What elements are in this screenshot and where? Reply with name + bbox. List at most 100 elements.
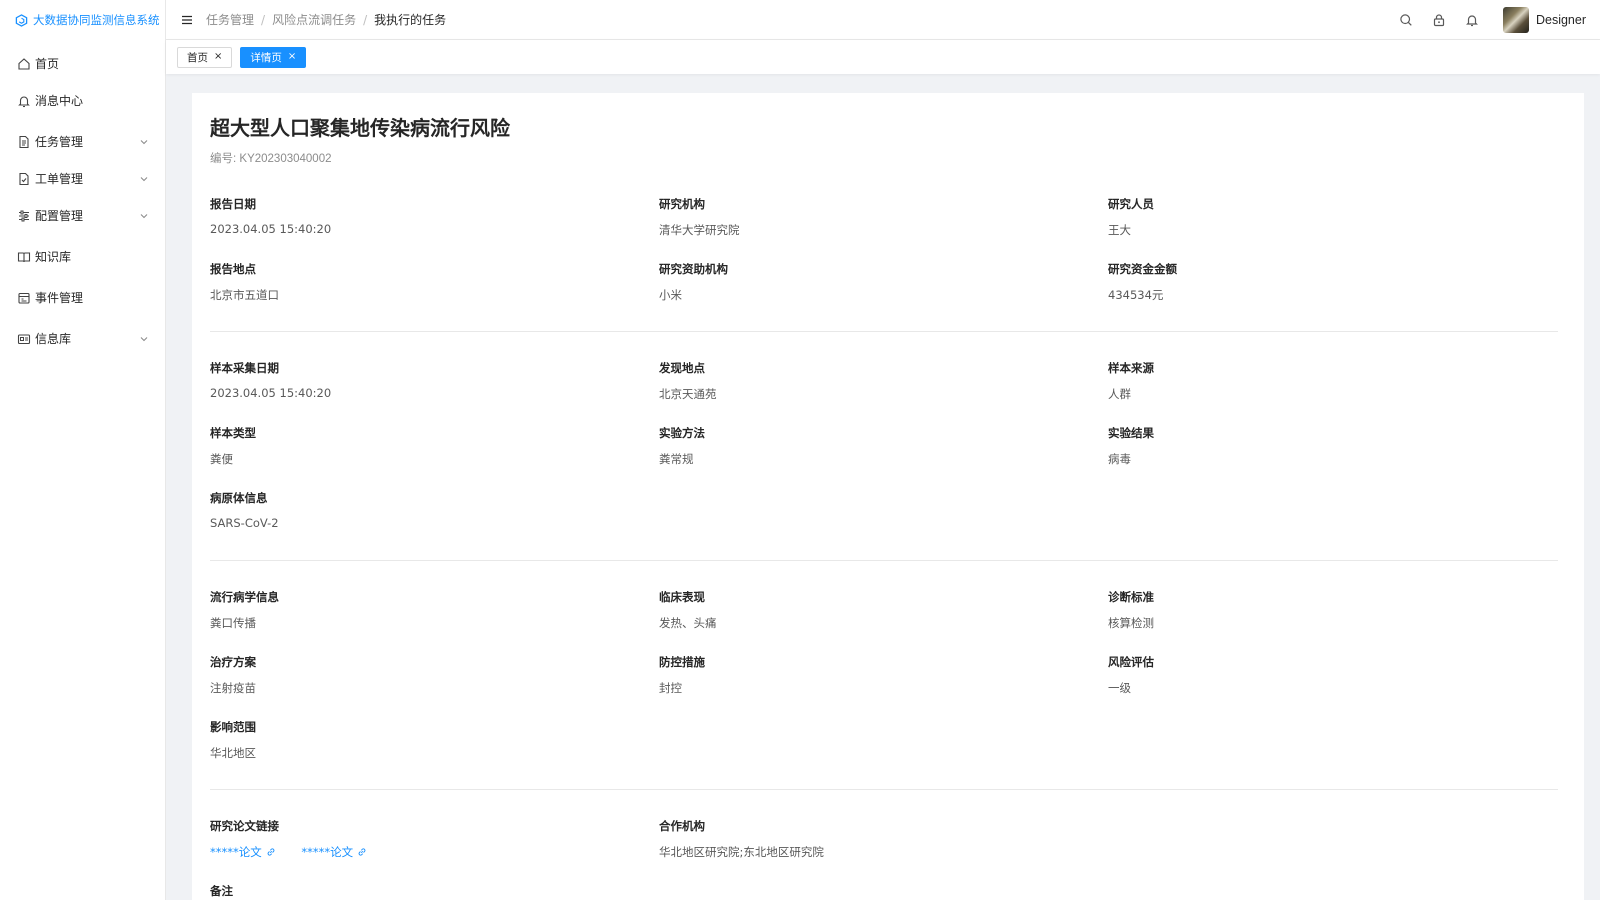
breadcrumb: 任务管理 / 风险点流调任务 / 我执行的任务 [206, 11, 446, 28]
sidebar-item-infobase[interactable]: 信息库 [0, 321, 165, 356]
field-value: 2023.04.05 15:40:20 [210, 386, 332, 400]
field-value: 粪口传播 [210, 616, 256, 630]
detail-field: 样本采集日期 2023.04.05 15:40:20 [210, 356, 659, 421]
chevron-down-icon [139, 174, 149, 184]
field-value: 粪便 [210, 452, 233, 466]
breadcrumb-separator: / [261, 12, 266, 27]
page-tabs: 首页 × 详情页 × [166, 40, 1600, 74]
field-label: 报告日期 [210, 197, 256, 211]
sidebar-item-label: 工单管理 [35, 172, 84, 186]
link-icon [266, 847, 276, 857]
section-divider [210, 331, 1558, 332]
field-label: 研究资助机构 [659, 262, 728, 276]
detail-field: 治疗方案 注射疫苗 [210, 650, 659, 715]
sidebar-item-config[interactable]: 配置管理 [0, 198, 165, 233]
sidebar-menu: 首页 消息中心 任务管理 工单管理 配置管理 知识库 事件管理 信息库 [0, 46, 165, 358]
detail-field: 研究资金金额 434534元 [1108, 257, 1558, 322]
detail-field: 样本类型 粪便 [210, 421, 659, 486]
close-icon[interactable]: × [288, 52, 296, 62]
sidebar: 大数据协同监测信息系统 首页 消息中心 任务管理 工单管理 配置管理 知识库 事… [0, 0, 166, 900]
sliders-icon [17, 209, 31, 223]
chevron-down-icon [139, 334, 149, 344]
field-value: 北京天通苑 [659, 387, 717, 401]
breadcrumb-current: 我执行的任务 [374, 13, 447, 27]
section-research-links: 研究论文链接 *****论文 *****论文 合作机构 华北地区研究院;东北地区… [210, 814, 1558, 900]
field-label: 诊断标准 [1108, 590, 1154, 604]
section-divider [210, 789, 1558, 790]
breadcrumb-separator: / [363, 12, 368, 27]
field-label: 样本采集日期 [210, 361, 279, 375]
field-value: SARS-CoV-2 [210, 516, 279, 530]
section-divider [210, 560, 1558, 561]
lock-icon[interactable] [1432, 13, 1446, 27]
field-value: 2023.04.05 15:40:20 [210, 222, 332, 236]
detail-field: 临床表现 发热、头痛 [659, 585, 1108, 650]
field-value: 发热、头痛 [659, 616, 717, 630]
main-area: 任务管理 / 风险点流调任务 / 我执行的任务 Designer 首页 × 详情… [166, 0, 1600, 900]
sidebar-item-label: 事件管理 [35, 291, 84, 305]
paper-link[interactable]: *****论文 [301, 844, 367, 860]
detail-field: 研究机构清华大学研究院 [659, 192, 1108, 257]
username: Designer [1535, 12, 1586, 27]
detail-field: 报告地点 北京市五道口 [210, 257, 659, 322]
home-icon [17, 57, 31, 71]
detail-field: 风险评估 一级 [1108, 650, 1558, 715]
content-area: 超大型人口聚集地传染病流行风险 编号: KY202303040002 报告日期 2… [166, 74, 1600, 900]
id-card-icon [17, 332, 31, 346]
field-label: 研究人员 [1108, 197, 1154, 211]
field-label: 合作机构 [659, 819, 705, 833]
paper-links: *****论文 *****论文 [210, 844, 659, 860]
sidebar-item-tasks[interactable]: 任务管理 [0, 124, 165, 159]
field-label: 报告地点 [210, 262, 256, 276]
paper-link-text: *****论文 [301, 845, 354, 859]
field-value: 封控 [659, 681, 682, 695]
chevron-down-icon [139, 211, 149, 221]
search-icon[interactable] [1399, 13, 1413, 27]
field-value: 人群 [1108, 387, 1131, 401]
sidebar-item-label: 任务管理 [35, 135, 84, 149]
tab-home[interactable]: 首页 × [177, 46, 233, 68]
sidebar-item-knowledge[interactable]: 知识库 [0, 239, 165, 274]
field-value: 粪常规 [659, 452, 694, 466]
file-check-icon [17, 172, 31, 186]
field-label: 实验方法 [659, 426, 705, 440]
section-report-info: 报告日期 2023.04.05 15:40:20 研究机构 清华大学研究院 研究人员 王大… [210, 192, 1558, 322]
sidebar-item-label: 知识库 [35, 250, 72, 264]
detail-field: 研究资助机构 小米 [659, 257, 1108, 322]
sidebar-item-label: 配置管理 [35, 209, 84, 223]
detail-field: 报告日期 2023.04.05 15:40:20 [210, 192, 659, 257]
field-label: 样本类型 [210, 426, 256, 440]
sidebar-item-home[interactable]: 首页 [0, 46, 165, 81]
sidebar-item-label: 消息中心 [35, 94, 84, 108]
field-value: 王大 [1108, 223, 1131, 237]
tab-detail[interactable]: 详情页 × [240, 46, 307, 68]
sidebar-item-messages[interactable]: 消息中心 [0, 83, 165, 118]
sidebar-item-label: 首页 [35, 57, 60, 71]
menu-toggle-icon[interactable] [180, 13, 194, 27]
user-menu[interactable]: Designer [1502, 6, 1586, 33]
field-label: 研究机构 [659, 197, 705, 211]
field-label: 防控措施 [659, 655, 705, 669]
app-logo[interactable]: 大数据协同监测信息系统 [0, 0, 165, 40]
sidebar-item-workorders[interactable]: 工单管理 [0, 161, 165, 196]
detail-card: 超大型人口聚集地传染病流行风险 编号: KY202303040002 报告日期 2… [192, 93, 1584, 900]
field-value: 小米 [659, 288, 682, 302]
book-icon [17, 250, 31, 264]
section-epidemiology-info: 流行病学信息 粪口传播 临床表现 发热、头痛 诊断标准 核算检测 治疗方案 注射疫苗 防控措施封… [210, 585, 1558, 780]
field-value: 病毒 [1108, 452, 1131, 466]
detail-field: 诊断标准 核算检测 [1108, 585, 1558, 650]
record-code-label: 编号: [210, 153, 237, 165]
field-value: 清华大学研究院 [659, 223, 740, 237]
field-papers: 研究论文链接 *****论文 *****论文 [210, 814, 659, 879]
breadcrumb-item[interactable]: 风险点流调任务 [272, 11, 356, 28]
notification-bell-icon[interactable] [1465, 13, 1479, 27]
tab-label: 详情页 [250, 51, 282, 64]
sidebar-item-events[interactable]: 事件管理 [0, 280, 165, 315]
field-label: 研究资金金额 [1108, 262, 1177, 276]
field-label: 影响范围 [210, 720, 256, 734]
close-icon[interactable]: × [214, 52, 222, 62]
bell-icon [17, 94, 31, 108]
paper-link[interactable]: *****论文 [210, 844, 276, 860]
field-label: 病原体信息 [210, 491, 268, 505]
breadcrumb-item[interactable]: 任务管理 [206, 11, 254, 28]
